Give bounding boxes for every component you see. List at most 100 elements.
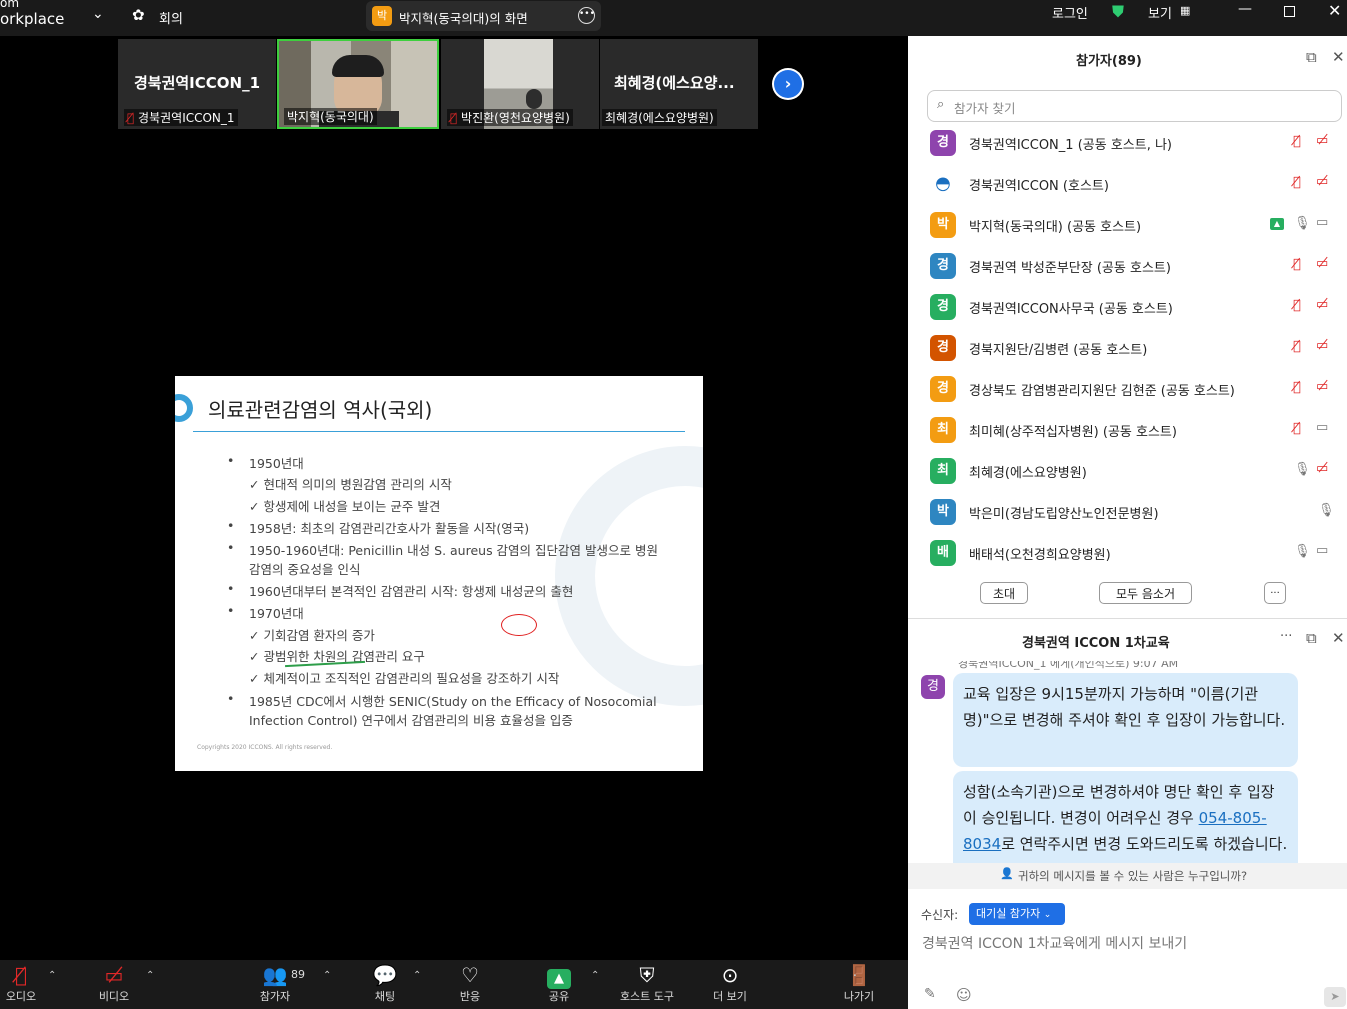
heart-icon: ♡ (461, 963, 479, 987)
participant-row[interactable]: 최 최미혜(상주적십자병원) (공동 호스트) 🎙̸ ▭ (930, 415, 1340, 445)
leave-button[interactable]: 🚪 나가기 (824, 962, 894, 1004)
view-button[interactable]: 보기 (1148, 3, 1172, 22)
participant-search-input[interactable]: ⌕ 참가자 찾기 (927, 90, 1342, 122)
maximize-button[interactable] (1284, 6, 1295, 17)
video-off-icon[interactable]: ▭̸ (1316, 338, 1328, 353)
thumbnail-iccon1[interactable]: 경북권역ICCON_1 🎙̸ 경북권역ICCON_1 (118, 39, 276, 129)
app-name: orkplace (0, 10, 65, 28)
audio-label: 오디오 (5, 990, 37, 1003)
host-logo-icon: ◓ (930, 171, 956, 197)
mic-off-icon: 🎙̸ (450, 111, 458, 125)
audio-options-caret[interactable]: ⌃ (48, 970, 56, 981)
thumbnail-active-speaker[interactable]: 박지혁(동국의대) (277, 39, 439, 129)
reactions-button[interactable]: ♡ 반응 (435, 962, 505, 1004)
slide-line: Infection Control) 연구에서 감염관리의 비용 효율성을 입증 (249, 713, 573, 728)
mic-off-icon[interactable]: 🎙̸ (1293, 175, 1301, 190)
chat-options-caret[interactable]: ⌃ (413, 970, 421, 981)
grid-icon: ▦ (1180, 4, 1191, 17)
mic-off-icon[interactable]: 🎙̸ (1293, 298, 1301, 313)
host-tools-button[interactable]: ⛨ 호스트 도구 (612, 962, 682, 1004)
annotation-circle (501, 614, 537, 636)
participant-row[interactable]: ◓ 경북권역ICCON (호스트) 🎙̸ ▭̸ (930, 169, 1340, 199)
leave-label: 나가기 (843, 990, 875, 1003)
video-icon[interactable]: ▭ (1316, 215, 1328, 230)
mute-all-button[interactable]: 모두 음소거 (1099, 582, 1192, 604)
emoji-icon[interactable]: ☺ (956, 986, 972, 1004)
shared-slide: 의료관련감염의 역사(국외) • 1950년대 ✓ 현대적 의미의 병원감염 관리… (175, 376, 703, 771)
shield-check-icon[interactable]: ⛊ (1112, 2, 1124, 22)
participant-row[interactable]: 최 최혜경(에스요양병원) 🎙 ▭̸ (930, 456, 1340, 486)
share-button[interactable]: ▲ 공유 (524, 962, 594, 1004)
close-window-button[interactable]: ✕ (1328, 1, 1341, 20)
participant-row[interactable]: 경 경북권역ICCON사무국 (공동 호스트) 🎙̸ ▭̸ (930, 292, 1340, 322)
slide-line: 1985년 CDC에서 시행한 SENIC(Study on the Effic… (249, 694, 657, 709)
video-off-icon[interactable]: ▭̸ (1316, 256, 1328, 271)
mic-off-icon[interactable]: 🎙̸ (1293, 380, 1301, 395)
minimize-button[interactable]: — (1238, 1, 1252, 17)
chat-input[interactable]: 경북권역 ICCON 1차교육에게 메시지 보내기 (922, 933, 1332, 973)
mic-off-icon[interactable]: 🎙̸ (1293, 421, 1301, 436)
thumbnail-big-name: 경북권역ICCON_1 (133, 74, 261, 92)
mic-icon[interactable]: 🎙 (1294, 544, 1311, 559)
more-button[interactable]: ⊙ 더 보기 (695, 962, 765, 1004)
participant-row[interactable]: 박 박은미(경남도립양산노인전문병원) 🎙 (930, 497, 1340, 527)
participant-row[interactable]: 배 배태석(오천경희요양병원) 🎙 ▭ (930, 538, 1340, 568)
video-off-icon[interactable]: ▭̸ (1316, 133, 1328, 148)
popout-icon[interactable]: ⧉ (1306, 48, 1317, 66)
popout-icon[interactable]: ⧉ (1306, 629, 1317, 647)
participant-name: 박지혁(동국의대) (공동 호스트) (969, 220, 1142, 235)
mic-off-icon[interactable]: 🎙̸ (1293, 257, 1301, 272)
search-icon: ⌕ (937, 97, 945, 112)
meeting-info-button[interactable]: ✿ 회의 (132, 6, 212, 27)
mic-icon[interactable]: 🎙 (1318, 503, 1335, 518)
search-placeholder: 참가자 찾기 (954, 101, 1016, 116)
video-off-icon[interactable]: ▭̸ (1316, 297, 1328, 312)
participant-name: 박은미(경남도립양산노인전문병원) (969, 507, 1159, 522)
slide-decoration (555, 446, 703, 706)
mic-off-icon[interactable]: 🎙̸ (1293, 134, 1301, 149)
share-options-caret[interactable]: ⌃ (591, 970, 599, 981)
thumbnail-park-jinhwan[interactable]: 🎙̸ 박진환(영천요양병원) (441, 39, 599, 129)
recipient-value: 대기실 참가자 (976, 907, 1041, 920)
video-off-icon[interactable]: ▭̸ (1316, 461, 1328, 476)
participant-row[interactable]: 경 경북지원단/김병련 (공동 호스트) 🎙̸ ▭̸ (930, 333, 1340, 363)
login-button[interactable]: 로그인 (1052, 3, 1088, 22)
more-icon[interactable]: ••• (578, 7, 595, 24)
mic-icon[interactable]: 🎙 (1294, 462, 1311, 477)
participants-more-button[interactable]: ··· (1264, 582, 1286, 604)
more-icon[interactable]: ··· (1280, 629, 1292, 644)
close-icon[interactable]: ✕ (1332, 629, 1345, 647)
next-page-button[interactable]: › (772, 68, 804, 100)
participant-row[interactable]: 박 박지혁(동국의대) (공동 호스트) ▲ 🎙 ▭ (930, 210, 1340, 240)
person-figure (526, 89, 542, 109)
participant-row[interactable]: 경 경상북도 감염병관리지원단 김현준 (공동 호스트) 🎙̸ ▭̸ (930, 374, 1340, 404)
video-icon[interactable]: ▭ (1316, 543, 1328, 558)
avatar: 박 (930, 212, 956, 238)
participant-row[interactable]: 경 경북권역ICCON_1 (공동 호스트, 나) 🎙̸ ▭̸ (930, 128, 1340, 158)
mic-off-icon[interactable]: 🎙̸ (1293, 339, 1301, 354)
chat-button[interactable]: 💬 채팅 (350, 962, 420, 1004)
invite-button[interactable]: 초대 (980, 582, 1028, 604)
video-icon[interactable]: ▭ (1316, 420, 1328, 435)
close-icon[interactable]: ✕ (1332, 48, 1345, 66)
video-off-icon[interactable]: ▭̸ (1316, 379, 1328, 394)
send-icon[interactable]: ➤ (1324, 987, 1346, 1007)
participants-options-caret[interactable]: ⌃ (323, 970, 331, 981)
format-icon[interactable]: ✎ (924, 986, 936, 1002)
participant-row[interactable]: 경 경북권역 박성준부단장 (공동 호스트) 🎙̸ ▭̸ (930, 251, 1340, 281)
screen-share-banner[interactable]: 박 박지혁(동국의대)의 화면 ••• (366, 1, 601, 31)
who-can-see-bar[interactable]: 👤 귀하의 메시지를 볼 수 있는 사람은 누구입니까? (908, 863, 1347, 889)
recipient-dropdown[interactable]: 대기실 참가자 ⌄ (969, 903, 1065, 925)
mic-off-icon: 🎙̸ (127, 111, 135, 125)
chevron-down-icon[interactable]: ⌄ (92, 6, 104, 22)
mic-icon[interactable]: 🎙 (1294, 216, 1311, 231)
video-off-icon[interactable]: ▭̸ (1316, 174, 1328, 189)
host-tools-label: 호스트 도구 (619, 990, 675, 1003)
video-options-caret[interactable]: ⌃ (146, 970, 154, 981)
share-screen-icon: ▲ (524, 962, 594, 989)
video-button[interactable]: ▭̸ 비디오 (79, 962, 149, 1004)
thumbnail-choi-hyekyung[interactable]: 최혜경(에스요양... 최혜경(에스요양병원) (600, 39, 758, 129)
meeting-label: 회의 (159, 12, 183, 27)
audio-button[interactable]: 🎙̸ 오디오 (0, 962, 56, 1004)
avatar: 최 (930, 417, 956, 443)
